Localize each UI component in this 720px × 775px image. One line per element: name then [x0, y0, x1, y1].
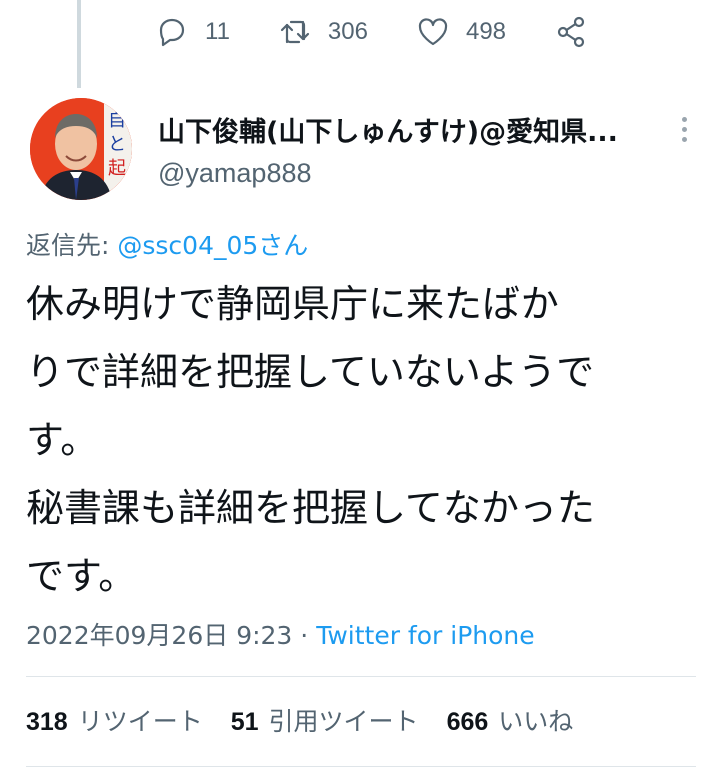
- quotes-label: 引用ツイート: [268, 707, 419, 736]
- tweet-text-line: りで詳細を把握していないようで: [26, 350, 595, 394]
- divider: [26, 676, 696, 677]
- likes-stat[interactable]: 666 いいね: [447, 702, 574, 738]
- previous-tweet-actions: 11 306 498: [155, 10, 588, 54]
- avatar-image: 自 と 起: [30, 98, 132, 200]
- svg-text:起: 起: [108, 158, 126, 179]
- more-options-icon[interactable]: [674, 112, 694, 148]
- like-count: 498: [465, 18, 507, 45]
- avatar[interactable]: 自 と 起: [30, 98, 132, 200]
- divider: [26, 766, 696, 767]
- replying-to-prefix: 返信先:: [26, 231, 118, 260]
- share-button[interactable]: [554, 15, 588, 49]
- tweet-text-line: です。: [26, 554, 137, 598]
- retweets-stat[interactable]: 318 リツイート: [26, 702, 203, 738]
- thread-connector-line: [77, 0, 81, 88]
- retweet-count: 306: [327, 18, 368, 45]
- tweet-text: 休み明けで静岡県庁に来たばか りで詳細を把握していないようで す。 秘書課も詳細…: [26, 270, 696, 610]
- likes-count: 666: [446, 708, 489, 736]
- retweet-icon: [280, 20, 310, 44]
- retweets-count: 318: [26, 708, 68, 736]
- svg-text:と: と: [108, 134, 126, 155]
- tweet-author-row: 自 と 起 山下俊輔(山下しゅんすけ)@愛知県... @yamap888: [30, 98, 700, 202]
- tweet-text-line: 休み明けで静岡県庁に来たばか: [26, 282, 559, 326]
- tweet-source-link[interactable]: Twitter for iPhone: [316, 621, 534, 650]
- likes-label: いいね: [498, 707, 574, 736]
- reply-count: 11: [205, 18, 230, 45]
- svg-text:自: 自: [108, 110, 126, 131]
- retweet-button[interactable]: 306: [278, 15, 368, 49]
- tweet-text-line: す。: [26, 418, 99, 462]
- reply-mention-link[interactable]: @ssc04_05さん: [117, 231, 308, 260]
- retweets-label: リツイート: [77, 707, 203, 736]
- quotes-stat[interactable]: 51 引用ツイート: [231, 702, 419, 738]
- reply-button[interactable]: 11: [155, 15, 230, 49]
- reply-icon: [159, 18, 185, 47]
- tweet-text-line: 秘書課も詳細を把握してなかった: [26, 486, 595, 530]
- replying-to: 返信先: @ssc04_05さん: [26, 226, 308, 262]
- like-icon: [418, 18, 448, 46]
- tweet-meta: 2022年09月26日 9:23 · Twitter for iPhone: [26, 616, 535, 652]
- quotes-count: 51: [230, 708, 259, 736]
- author-name[interactable]: 山下俊輔(山下しゅんすけ)@愛知県...: [158, 110, 658, 149]
- share-icon: [557, 16, 585, 48]
- meta-separator: ·: [292, 621, 317, 650]
- like-button[interactable]: 498: [416, 15, 506, 49]
- tweet-stats: 318 リツイート 51 引用ツイート 666 いいね: [26, 702, 601, 738]
- tweet-timestamp[interactable]: 2022年09月26日 9:23: [26, 621, 292, 650]
- author-handle[interactable]: @yamap888: [158, 158, 312, 189]
